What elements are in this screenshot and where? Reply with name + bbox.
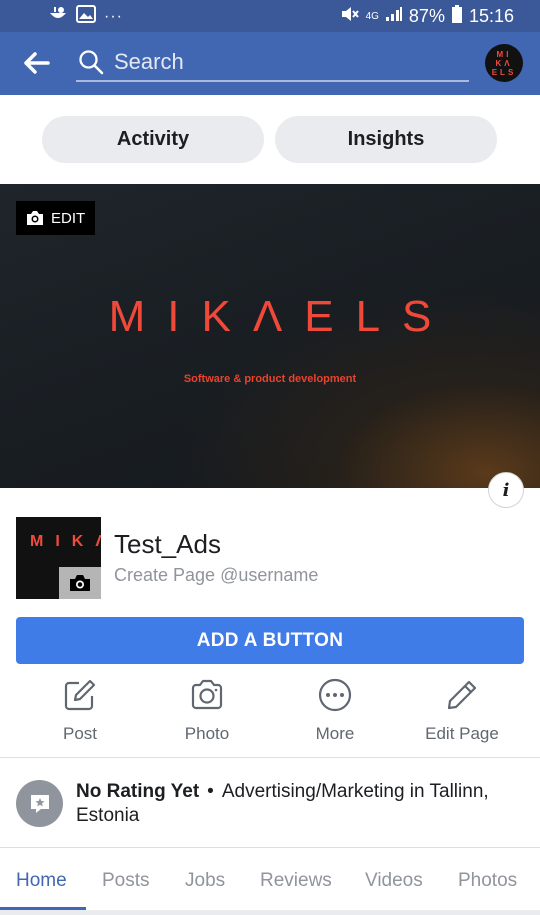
page-title: Test_Ads: [114, 529, 221, 559]
status-bar-left: ···: [48, 5, 123, 28]
photo-action[interactable]: Photo: [142, 678, 272, 744]
camera-icon: [191, 679, 223, 710]
search-bar[interactable]: [76, 44, 469, 82]
cover-logo-text: MIKΛELS: [108, 292, 454, 341]
search-icon: [79, 50, 104, 75]
cover-tagline: Software & product development: [183, 373, 357, 385]
tab-posts[interactable]: Posts: [102, 870, 150, 892]
photo-action-label: Photo: [184, 724, 230, 743]
network-label: 4G: [365, 11, 379, 22]
edit-cover-button[interactable]: EDIT: [16, 201, 95, 235]
edit-square-icon: [64, 679, 96, 711]
back-button[interactable]: [22, 48, 52, 78]
status-bar: ··· 4G 87% 15:16: [0, 0, 540, 32]
profile-logo-text: MIKΛEL: [30, 533, 101, 550]
tab-home[interactable]: Home: [16, 870, 67, 892]
create-username-link[interactable]: Create Page @username: [114, 565, 318, 586]
edit-cover-label: EDIT: [51, 209, 86, 227]
gallery-icon: [76, 5, 96, 28]
divider: [0, 757, 540, 758]
tab-videos[interactable]: Videos: [365, 870, 423, 892]
pill-tab-row: Activity Insights: [0, 95, 540, 185]
notification-icon: [48, 5, 68, 28]
rating-separator: •: [207, 781, 214, 802]
review-star-bubble-icon: [30, 794, 49, 813]
search-header: MI KΛ ELS: [0, 32, 540, 95]
battery-percent: 87%: [408, 6, 445, 26]
insights-button[interactable]: Insights: [275, 116, 497, 163]
add-a-button[interactable]: ADD A BUTTON: [16, 617, 524, 664]
back-arrow-icon: [24, 52, 50, 74]
page-avatar-button[interactable]: MI KΛ ELS: [485, 44, 523, 82]
change-profile-photo-button[interactable]: [59, 567, 101, 599]
activity-button[interactable]: Activity: [42, 116, 264, 163]
tab-photos[interactable]: Photos: [458, 870, 517, 892]
camera-icon: [27, 211, 43, 225]
tab-jobs[interactable]: Jobs: [185, 870, 225, 892]
battery-icon: [451, 5, 463, 28]
edit-page-action-label: Edit Page: [425, 724, 499, 743]
tab-reviews[interactable]: Reviews: [260, 870, 332, 892]
clock: 15:16: [468, 6, 514, 26]
rating-summary[interactable]: No Rating Yet • Advertising/Marketing in T…: [76, 780, 526, 828]
status-bar-right: 4G 87% 15:16: [340, 5, 514, 28]
bottom-strip: [0, 910, 540, 915]
cover-photo[interactable]: EDIT MIKΛELS Software & product developm…: [0, 184, 540, 488]
more-dots-icon: [318, 678, 352, 712]
search-input[interactable]: [114, 49, 469, 75]
pencil-icon: [447, 680, 477, 710]
avatar-logo-text: MI KΛ ELS: [491, 49, 517, 77]
post-action-label: Post: [62, 724, 98, 743]
more-action-label: More: [315, 724, 355, 743]
profile-picture[interactable]: MIKΛEL: [16, 517, 101, 599]
rating-icon: [16, 780, 63, 827]
page-action-row: Post Photo More Edit Page: [0, 678, 540, 756]
camera-icon: [70, 575, 90, 591]
rating-title: No Rating Yet: [76, 781, 200, 802]
post-action[interactable]: Post: [15, 678, 145, 744]
signal-icon: [385, 6, 403, 27]
page-tab-bar: Home Posts Jobs Reviews Videos Photos: [0, 848, 540, 910]
edit-page-action[interactable]: Edit Page: [397, 678, 527, 744]
more-notifications-icon: ···: [104, 7, 123, 25]
info-button[interactable]: i: [488, 472, 524, 508]
more-action[interactable]: More: [270, 678, 400, 744]
mute-icon: [340, 5, 360, 28]
